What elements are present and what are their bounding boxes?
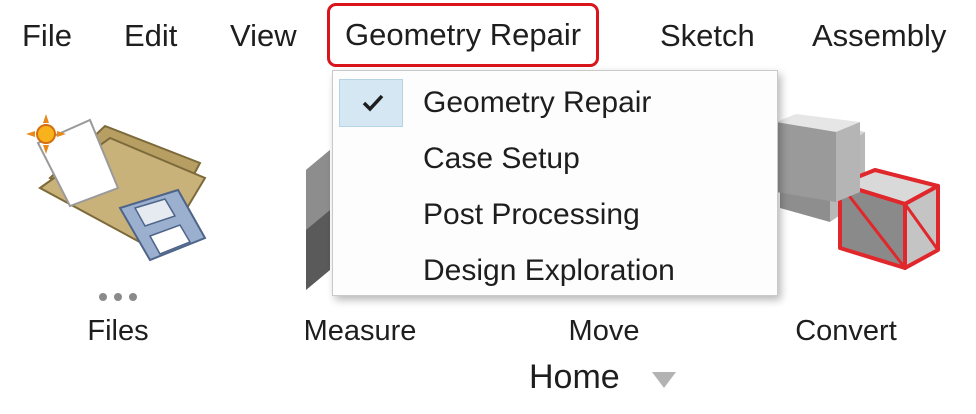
menu-file[interactable]: File (22, 14, 72, 58)
workspace-dropdown: Geometry Repair Case Setup Post Processi… (332, 70, 778, 296)
tool-label-measure: Measure (303, 315, 417, 347)
menu-geometry-repair[interactable]: Geometry Repair (327, 3, 600, 67)
dropdown-item-label: Post Processing (423, 198, 640, 231)
checked-indicator (339, 79, 403, 127)
menu-assembly[interactable]: Assembly (812, 14, 946, 58)
more-dots-icon (99, 293, 137, 301)
chevron-down-icon[interactable] (652, 372, 676, 388)
tool-label-move: Move (568, 315, 640, 347)
ribbon-group-label: Home (529, 358, 620, 396)
dropdown-item-design-exploration[interactable]: Design Exploration (333, 243, 777, 299)
menu-sketch[interactable]: Sketch (660, 14, 755, 58)
move-icon (776, 114, 860, 202)
menu-bar: File Edit View Geometry Repair Sketch As… (0, 0, 976, 70)
dropdown-item-case-setup[interactable]: Case Setup (333, 131, 777, 187)
tool-label-files: Files (87, 315, 149, 347)
dropdown-item-label: Design Exploration (423, 254, 675, 287)
checkmark-icon (362, 94, 384, 112)
dropdown-item-geometry-repair[interactable]: Geometry Repair (333, 75, 777, 131)
dropdown-item-post-processing[interactable]: Post Processing (333, 187, 777, 243)
dropdown-item-label: Case Setup (423, 142, 580, 175)
menu-edit[interactable]: Edit (124, 14, 177, 58)
files-icon (26, 114, 207, 262)
dropdown-item-label: Geometry Repair (423, 86, 652, 119)
menu-view[interactable]: View (230, 14, 297, 58)
tool-label-convert: Convert (795, 315, 897, 347)
